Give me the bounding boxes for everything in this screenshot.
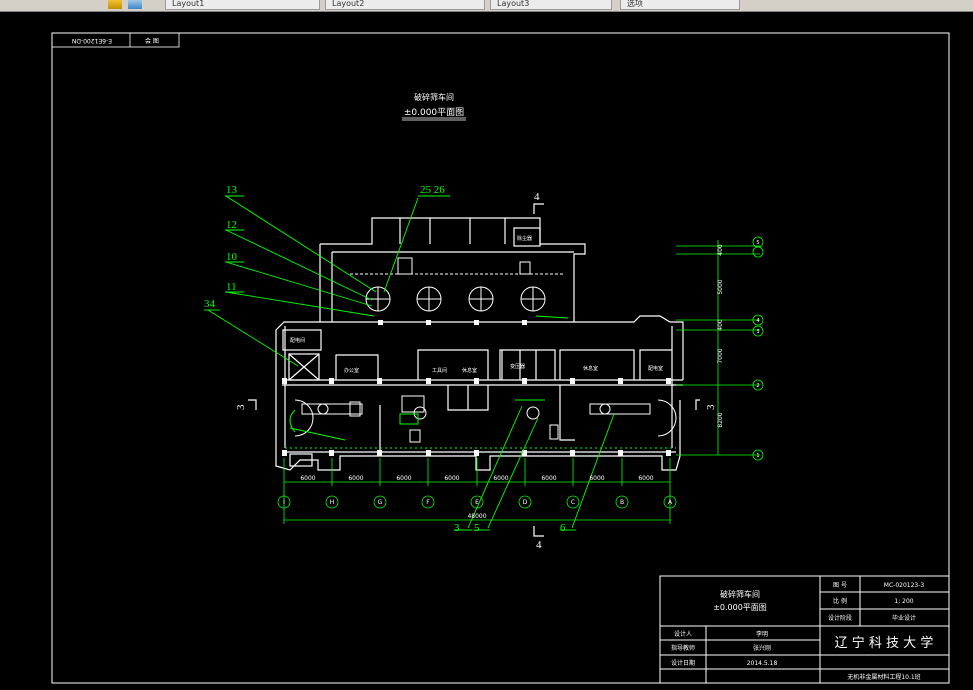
tab-label: Layout1: [172, 0, 205, 8]
tb-value-designer: 李明: [756, 630, 768, 638]
layer-icon[interactable]: [108, 0, 122, 9]
tb-label-designer: 设计人: [674, 630, 692, 638]
layout-tab-1[interactable]: Layout1: [165, 0, 320, 10]
tb-value-scale: 1: 200: [894, 598, 913, 605]
axis-label-I: I: [283, 499, 285, 506]
leader-label-5: 5: [474, 522, 480, 534]
right-dim-5: 8200: [717, 412, 724, 427]
tb-value-advisor: 张兴刚: [753, 644, 771, 652]
tb-label-drawing-no: 图 号: [833, 582, 847, 589]
tab-label: Layout3: [497, 0, 530, 8]
span-dim-5: 6000: [493, 475, 508, 482]
tb-class: 无机非金属材料工程10.1班: [847, 673, 920, 681]
tb-value-drawing-no: MC-020123-3: [884, 582, 925, 589]
span-dim-7: 6000: [589, 475, 604, 482]
axis-label-F: F: [426, 499, 430, 506]
section-mark-top: 4: [534, 191, 540, 203]
tab-label: 选项: [627, 0, 643, 8]
green-equipment-lines: [285, 315, 676, 449]
options-tab[interactable]: 选项: [620, 0, 740, 10]
span-dim-1: 6000: [300, 475, 315, 482]
right-dim-3: 400: [717, 319, 724, 331]
grid-mark-3: 3: [756, 329, 759, 335]
room-label: 配电间: [290, 337, 305, 344]
leader-label-13: 13: [226, 184, 238, 196]
span-dim-6: 6000: [541, 475, 556, 482]
grid-mark-4: 4: [756, 318, 759, 324]
grid-mark-2: 2: [756, 383, 759, 389]
layout-tab-2[interactable]: Layout2: [325, 0, 485, 10]
columns: [282, 320, 671, 456]
axis-label-E: E: [475, 499, 479, 506]
tab-label: Layout2: [332, 0, 365, 8]
tb-value-stage: 毕业设计: [892, 614, 916, 622]
tb-label-date: 设计日期: [671, 659, 695, 667]
room-label: 办公室: [344, 367, 359, 374]
tb-university: 辽 宁 科 技 大 学: [835, 635, 934, 651]
right-dim-2: 5000: [717, 279, 724, 294]
leader-label-3: 3: [454, 522, 460, 534]
tb-value-date: 2014.5.18: [747, 660, 778, 667]
leader-label-34: 34: [204, 298, 216, 310]
grid-mark-5: 5: [756, 240, 759, 246]
tb-label-advisor: 指导教师: [671, 644, 695, 652]
right-dim-4: 7000: [717, 348, 724, 363]
span-dim-3: 6000: [396, 475, 411, 482]
axis-label-G: G: [378, 499, 383, 506]
cad-drawing-canvas[interactable]: E-6E1200-DN 会 图 破碎筛车间 ±0.000平面图 13 12 10…: [0, 11, 973, 690]
section-mark-left: 3: [235, 404, 247, 410]
stamp-text-right: 会 图: [145, 37, 159, 45]
axis-label-A: A: [668, 499, 673, 506]
tb-title-line1: 破碎筛车间: [720, 589, 760, 599]
crusher-equipment: [294, 395, 677, 443]
span-dim-8: 6000: [638, 475, 653, 482]
plan-title-line2: ±0.000平面图: [404, 107, 464, 118]
tb-label-scale: 比 例: [833, 597, 847, 605]
leader-label-11: 11: [226, 281, 237, 293]
section-mark-bottom: 4: [536, 539, 542, 551]
span-dim-2: 6000: [348, 475, 363, 482]
properties-icon[interactable]: [128, 0, 142, 9]
building-plan: [275, 217, 684, 471]
room-label: 除尘器: [517, 235, 532, 242]
axis-label-D: D: [523, 499, 528, 506]
plan-title-line1: 破碎筛车间: [414, 92, 454, 102]
room-label: 配电室: [648, 365, 663, 372]
leader-label-12: 12: [226, 219, 237, 231]
axis-label-B: B: [620, 499, 624, 506]
section-mark-right: 3: [705, 404, 717, 410]
tb-label-stage: 设计阶段: [828, 614, 852, 622]
total-dim: 48000: [467, 513, 486, 520]
leader-label-6: 6: [560, 522, 566, 534]
leader-label-10: 10: [226, 251, 238, 263]
right-dim-1: 400: [717, 244, 724, 256]
room-label: 休息室: [462, 367, 477, 374]
room-label: 变压器: [510, 363, 525, 370]
leader-label-25-26: 25 26: [420, 184, 445, 196]
frame-stamp: [51, 32, 180, 48]
layout-tab-3[interactable]: Layout3: [490, 0, 612, 10]
room-label: 休息室: [583, 365, 598, 372]
axis-label-H: H: [330, 499, 335, 506]
silo-equipment: [350, 257, 565, 312]
span-dim-4: 6000: [444, 475, 459, 482]
room-label: 工具间: [432, 367, 447, 374]
stamp-text-left: E-6E1200-DN: [72, 37, 112, 44]
axis-label-C: C: [571, 499, 575, 506]
grid-mark-1: 1: [756, 453, 759, 459]
title-block: [659, 575, 950, 684]
tb-title-line2: ±0.000平面图: [713, 603, 767, 612]
